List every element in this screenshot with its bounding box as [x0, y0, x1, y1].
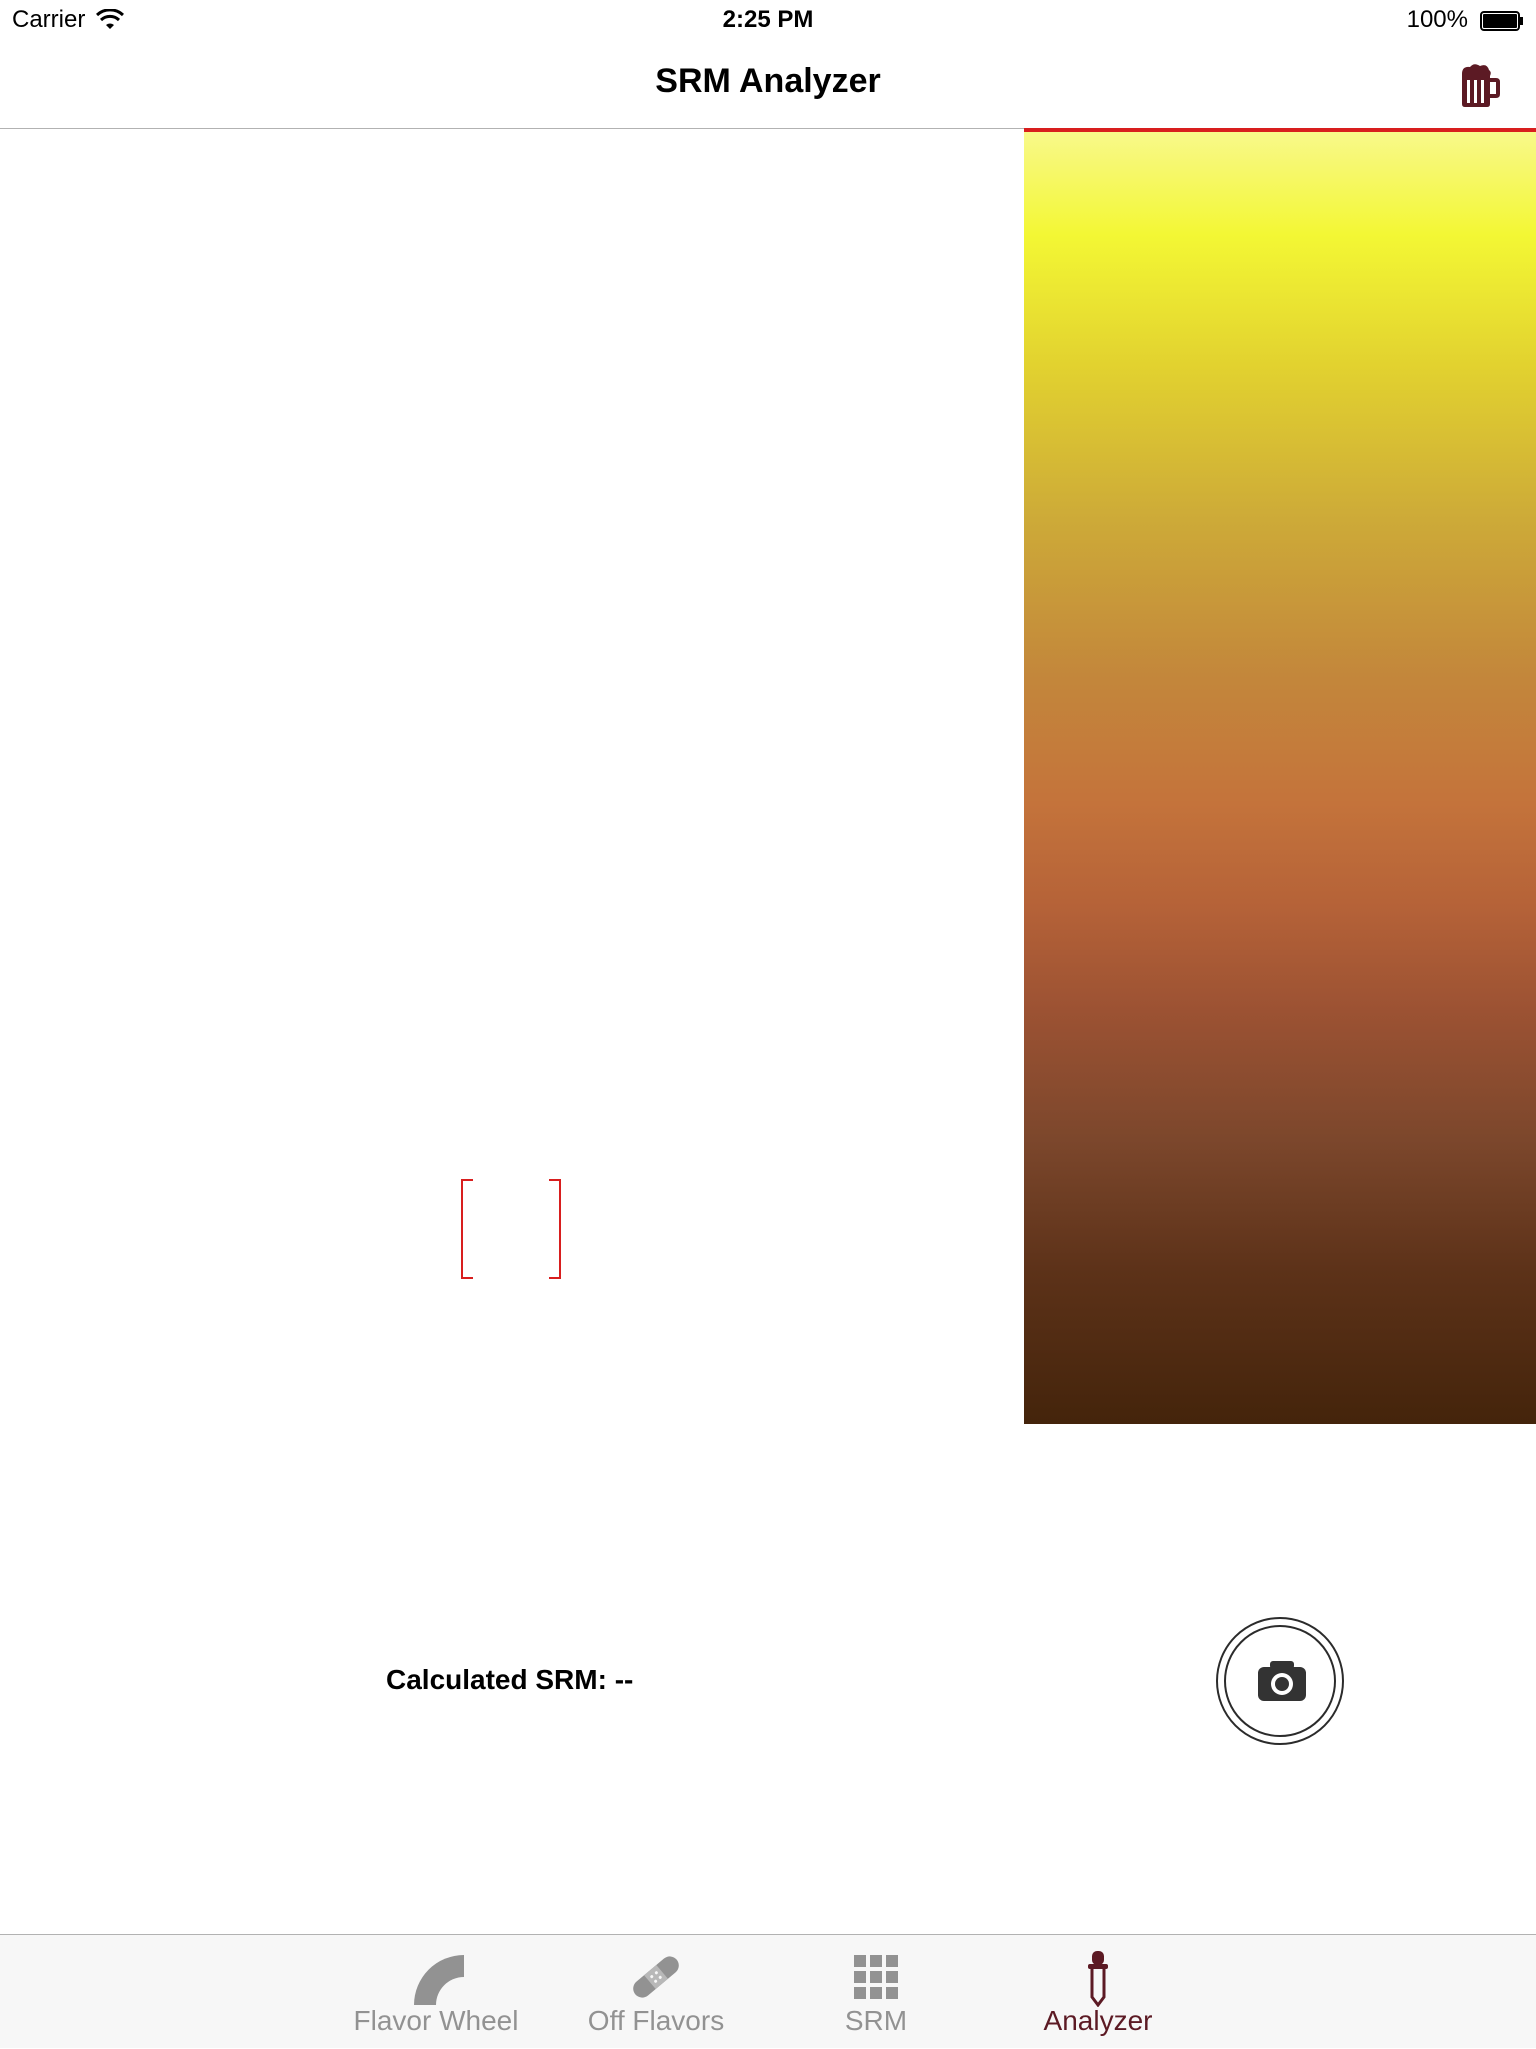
tab-srm[interactable]: SRM [776, 1935, 976, 2049]
grid-icon [854, 1955, 898, 1999]
srm-color-scale [1024, 128, 1536, 1424]
dropper-icon [1088, 1951, 1108, 2007]
calculated-srm-label: Calculated SRM: -- [386, 1664, 634, 1695]
tab-label: Analyzer [1043, 2005, 1153, 2036]
camera-icon [1258, 1661, 1306, 1701]
navigation-bar: SRM Analyzer [0, 40, 1536, 129]
status-time: 2:25 PM [722, 6, 814, 33]
status-bar: Carrier 2:25 PM 100% [0, 0, 1536, 40]
tab-label: SRM [844, 2005, 908, 2036]
tab-analyzer[interactable]: Analyzer [998, 1935, 1198, 2049]
battery-percentage: 100% [1406, 6, 1468, 33]
beer-button[interactable] [1452, 60, 1502, 110]
beer-mug-icon [1462, 64, 1500, 107]
tab-flavor-wheel[interactable]: Flavor Wheel [336, 1935, 536, 2049]
page-title: SRM Analyzer [655, 62, 881, 100]
battery-icon [1480, 11, 1523, 31]
flavor-wheel-icon [414, 1955, 464, 2005]
tab-off-flavors[interactable]: Off Flavors [556, 1935, 756, 2049]
tab-bar: Flavor Wheel Off Flavors SRM Analyzer [0, 1934, 1536, 2048]
tab-label: Flavor Wheel [353, 2005, 519, 2036]
sample-frame [461, 1179, 561, 1279]
camera-button-ring [1224, 1625, 1336, 1737]
camera-preview[interactable] [0, 129, 1024, 1423]
camera-button[interactable] [1216, 1617, 1344, 1745]
bandage-icon [633, 1956, 679, 1998]
tab-label: Off Flavors [587, 2005, 725, 2036]
